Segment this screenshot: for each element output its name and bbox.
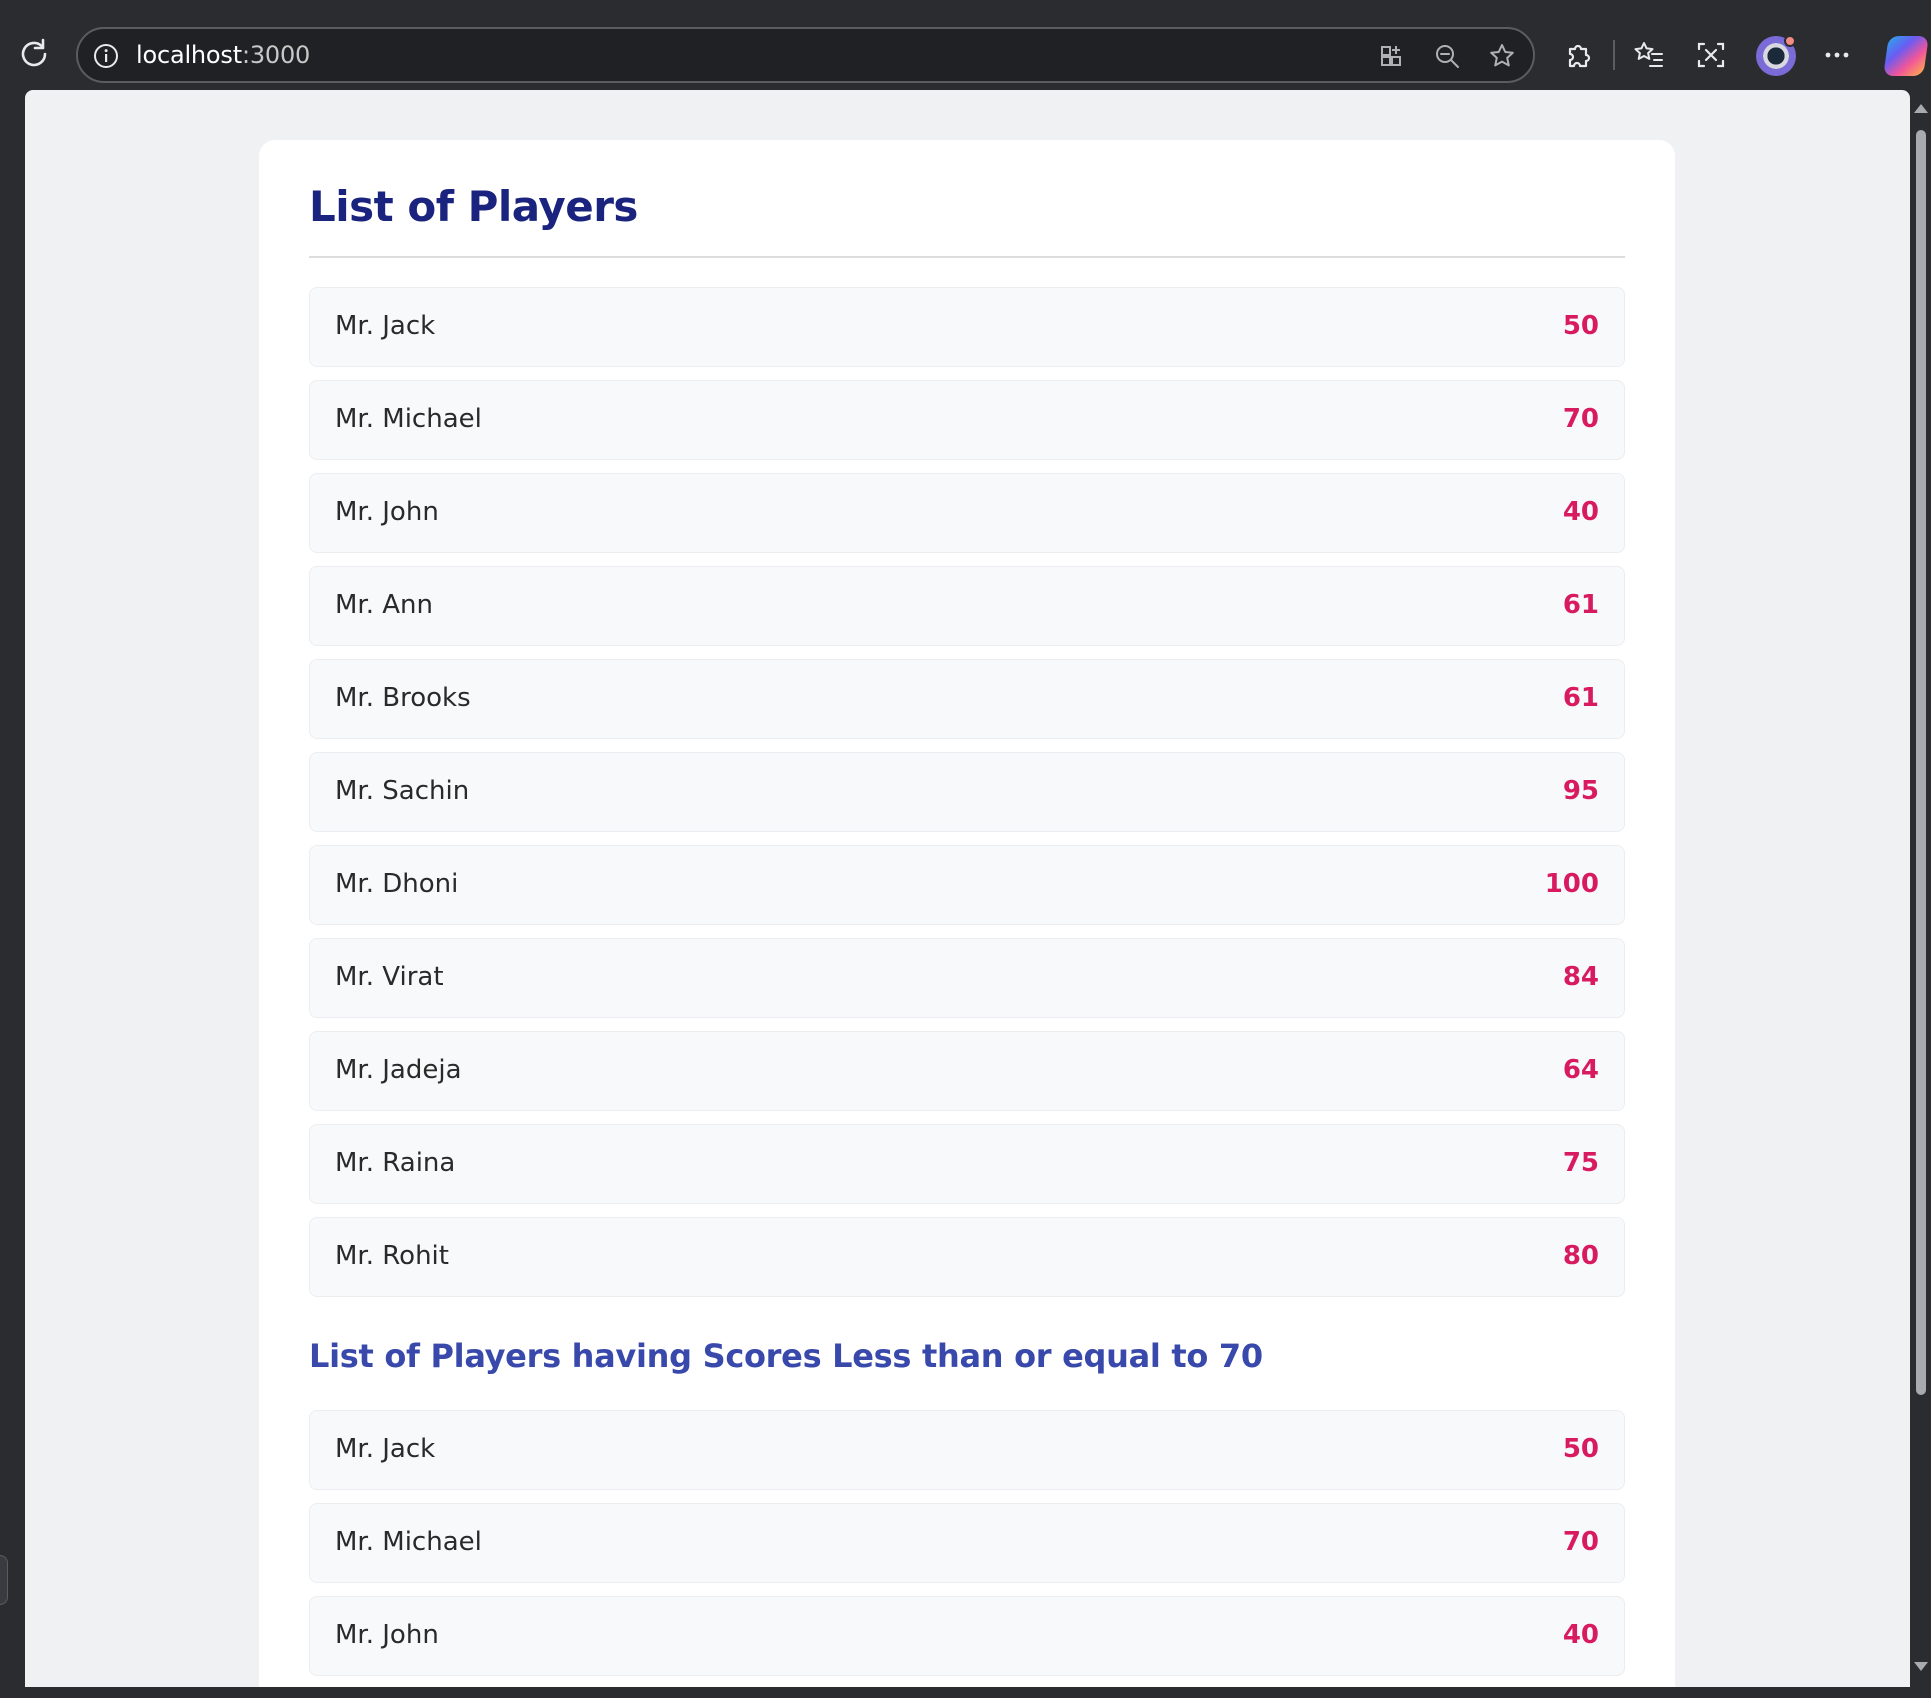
vertical-scrollbar[interactable] [1910, 90, 1931, 1687]
favorites-icon[interactable] [1632, 38, 1666, 72]
address-bar[interactable]: localhost:3000 [76, 27, 1535, 83]
page-title: List of Players [309, 182, 638, 231]
scroll-up-arrow-icon[interactable] [1914, 104, 1928, 113]
toolbar-separator [1613, 40, 1615, 70]
player-score: 40 [1562, 497, 1599, 527]
player-score: 70 [1562, 404, 1599, 434]
player-score: 70 [1562, 1527, 1599, 1557]
favorite-star-icon[interactable] [1488, 42, 1516, 70]
player-score: 100 [1544, 869, 1599, 899]
player-row: Mr. Raina 75 [309, 1124, 1625, 1204]
copilot-icon[interactable] [1883, 36, 1929, 76]
page-viewport: List of Players Mr. Jack 50 Mr. Michael 70 M… [25, 90, 1910, 1687]
players-list: Mr. Jack 50 Mr. Michael 70 Mr. John 40 Mr. Ann… [309, 287, 1625, 1310]
filtered-section-title: List of Players having Scores Less than … [309, 1337, 1263, 1375]
title-divider [309, 256, 1625, 258]
player-score: 84 [1562, 962, 1599, 992]
player-score: 80 [1562, 1241, 1599, 1271]
player-score: 50 [1562, 1434, 1599, 1464]
player-name: Mr. John [335, 1620, 439, 1650]
filtered-players-list: Mr. Jack 50 Mr. Michael 70 Mr. John 40 [309, 1410, 1625, 1687]
player-row: Mr. Virat 84 [309, 938, 1625, 1018]
browser-toolbar: localhost:3000 [0, 0, 1931, 90]
site-info-icon[interactable] [92, 42, 120, 70]
player-row: Mr. Jadeja 64 [309, 1031, 1625, 1111]
player-row: Mr. Dhoni 100 [309, 845, 1625, 925]
notification-dot [1784, 35, 1796, 47]
player-score: 61 [1562, 683, 1599, 713]
player-name: Mr. Sachin [335, 776, 470, 806]
player-name: Mr. Jack [335, 311, 436, 341]
player-score: 75 [1562, 1148, 1599, 1178]
zoom-out-icon[interactable] [1433, 42, 1461, 70]
player-name: Mr. Raina [335, 1148, 456, 1178]
app-available-icon[interactable] [1378, 42, 1406, 70]
player-name: Mr. Brooks [335, 683, 471, 713]
url-text[interactable]: localhost:3000 [136, 41, 310, 69]
player-name: Mr. Virat [335, 962, 444, 992]
sidebar-handle[interactable] [0, 1555, 8, 1605]
player-name: Mr. Jack [335, 1434, 436, 1464]
player-row: Mr. Jack 50 [309, 287, 1625, 367]
player-row: Mr. Sachin 95 [309, 752, 1625, 832]
player-score: 61 [1562, 590, 1599, 620]
url-port: :3000 [241, 41, 311, 69]
player-row: Mr. Michael 70 [309, 380, 1625, 460]
extensions-icon[interactable] [1561, 38, 1595, 72]
scroll-down-arrow-icon[interactable] [1914, 1662, 1928, 1671]
player-score: 50 [1562, 311, 1599, 341]
player-name: Mr. Michael [335, 404, 482, 434]
player-row: Mr. Ann 61 [309, 566, 1625, 646]
player-row: Mr. John 40 [309, 473, 1625, 553]
player-score: 95 [1562, 776, 1599, 806]
player-row: Mr. Brooks 61 [309, 659, 1625, 739]
more-options-icon[interactable] [1820, 38, 1854, 72]
player-name: Mr. Jadeja [335, 1055, 462, 1085]
player-row: Mr. Michael 70 [309, 1503, 1625, 1583]
player-name: Mr. Michael [335, 1527, 482, 1557]
players-card: List of Players Mr. Jack 50 Mr. Michael 70 M… [259, 140, 1675, 1687]
player-name: Mr. John [335, 497, 439, 527]
player-row: Mr. Rohit 80 [309, 1217, 1625, 1297]
player-row: Mr. John 40 [309, 1596, 1625, 1676]
player-score: 64 [1562, 1055, 1599, 1085]
player-name: Mr. Rohit [335, 1241, 449, 1271]
url-host: localhost [136, 41, 242, 69]
player-name: Mr. Dhoni [335, 869, 459, 899]
scroll-thumb[interactable] [1916, 130, 1926, 1395]
screenshot-icon[interactable] [1694, 38, 1728, 72]
player-name: Mr. Ann [335, 590, 434, 620]
player-row: Mr. Jack 50 [309, 1410, 1625, 1490]
player-score: 40 [1562, 1620, 1599, 1650]
reload-icon[interactable] [16, 36, 52, 72]
